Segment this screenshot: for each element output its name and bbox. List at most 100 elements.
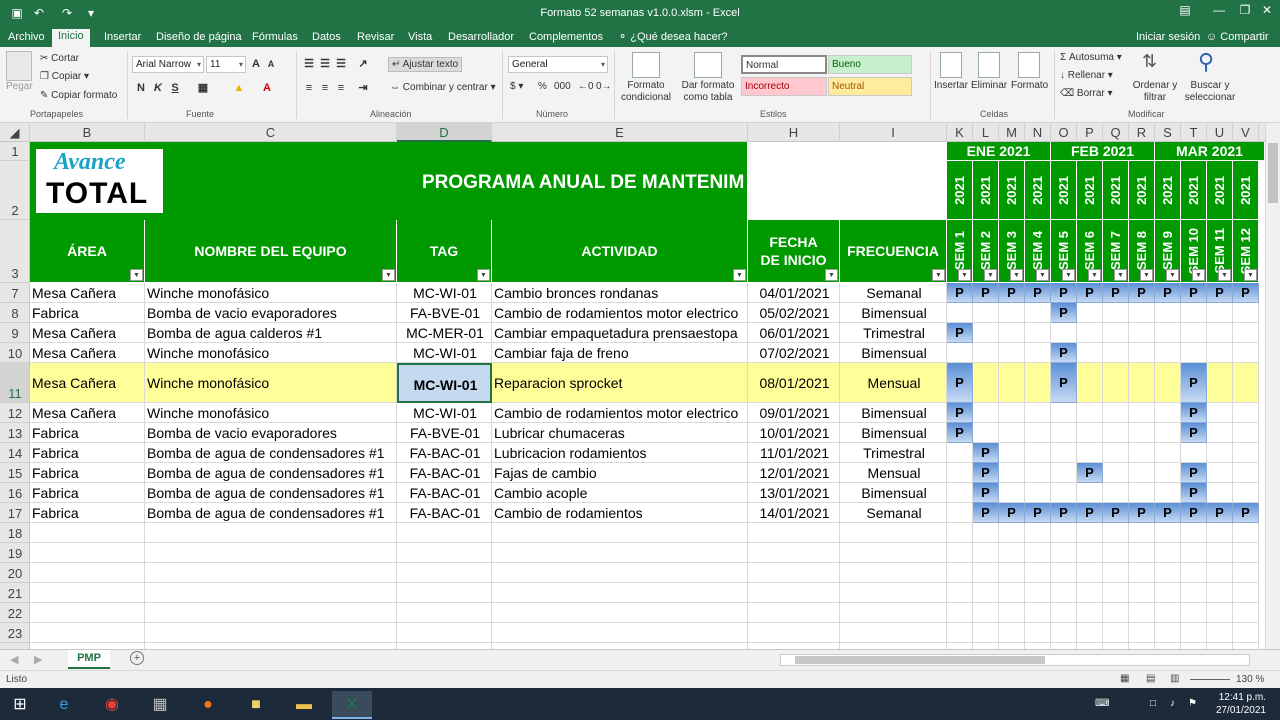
sticky-notes-icon[interactable]: ■ — [236, 691, 276, 719]
cell-tag[interactable]: MC-WI-01 — [397, 343, 492, 363]
cell-actividad[interactable]: Lubricar chumaceras — [492, 423, 748, 443]
empty-cell[interactable] — [840, 623, 947, 643]
empty-cell[interactable] — [748, 523, 840, 543]
schedule-mark[interactable]: P — [1077, 503, 1103, 523]
empty-cell[interactable] — [30, 523, 145, 543]
empty-cell[interactable] — [1103, 543, 1129, 563]
empty-cell[interactable] — [1233, 623, 1259, 643]
format-painter-button[interactable]: ✎ Copiar formato — [40, 90, 117, 101]
empty-cell[interactable] — [1181, 543, 1207, 563]
schedule-cell[interactable] — [973, 323, 999, 343]
schedule-cell[interactable] — [1233, 483, 1259, 503]
schedule-cell[interactable] — [1233, 443, 1259, 463]
schedule-cell[interactable] — [1103, 363, 1129, 403]
copy-button[interactable]: ❐ Copiar ▾ — [40, 71, 89, 82]
vertical-scrollbar[interactable] — [1265, 123, 1280, 649]
cell-actividad[interactable]: Cambiar faja de freno — [492, 343, 748, 363]
schedule-cell[interactable] — [999, 423, 1025, 443]
schedule-cell[interactable] — [1129, 303, 1155, 323]
cell-area[interactable]: Fabrica — [30, 483, 145, 503]
schedule-mark[interactable]: P — [1233, 503, 1259, 523]
share-button[interactable]: ☺ Compartir — [1200, 30, 1275, 47]
empty-cell[interactable] — [145, 603, 397, 623]
cell-fecha[interactable]: 06/01/2021 — [748, 323, 840, 343]
autosum-button[interactable]: Σ Autosuma ▾ — [1060, 52, 1122, 63]
scrollbar-thumb[interactable] — [795, 656, 1045, 664]
schedule-cell[interactable] — [999, 363, 1025, 403]
schedule-mark[interactable]: P — [1233, 283, 1259, 303]
cell-tag[interactable]: MC-WI-01 — [397, 283, 492, 303]
cell-fecha[interactable]: 04/01/2021 — [748, 283, 840, 303]
empty-cell[interactable] — [1077, 583, 1103, 603]
schedule-cell[interactable] — [1207, 443, 1233, 463]
redo-icon[interactable]: ↷ — [58, 4, 76, 22]
cell-actividad[interactable]: Cambio acople — [492, 483, 748, 503]
horizontal-scrollbar[interactable] — [780, 654, 1250, 666]
empty-cell[interactable] — [492, 543, 748, 563]
keyboard-icon[interactable]: ⌨ — [1095, 698, 1109, 709]
cell-area[interactable]: Mesa Cañera — [30, 323, 145, 343]
empty-cell[interactable] — [30, 563, 145, 583]
empty-cell[interactable] — [397, 623, 492, 643]
page-layout-icon[interactable]: ▤ — [1146, 673, 1155, 684]
schedule-cell[interactable] — [1129, 343, 1155, 363]
schedule-mark[interactable]: P — [1181, 483, 1207, 503]
empty-cell[interactable] — [1025, 623, 1051, 643]
empty-cell[interactable] — [1051, 543, 1077, 563]
schedule-cell[interactable] — [1155, 423, 1181, 443]
column-header-e[interactable]: E — [492, 123, 748, 142]
cell-tag[interactable]: FA-BAC-01 — [397, 443, 492, 463]
empty-cell[interactable] — [1155, 623, 1181, 643]
schedule-cell[interactable] — [1077, 443, 1103, 463]
schedule-cell[interactable] — [1129, 463, 1155, 483]
cell-equipo[interactable]: Bomba de vacio evaporadores — [145, 423, 397, 443]
schedule-cell[interactable] — [1051, 463, 1077, 483]
empty-cell[interactable] — [397, 523, 492, 543]
schedule-cell[interactable] — [947, 343, 973, 363]
zoom-slider[interactable] — [1190, 679, 1230, 680]
empty-cell[interactable] — [1129, 603, 1155, 623]
row-header[interactable]: 8 — [0, 303, 30, 323]
row-header[interactable]: 18 — [0, 523, 30, 543]
empty-cell[interactable] — [1103, 583, 1129, 603]
fill-color-icon[interactable]: ▲ — [232, 80, 246, 96]
windows-start-icon[interactable]: ⊞ — [0, 691, 40, 719]
cell-tag[interactable]: MC-WI-01 — [397, 363, 492, 403]
schedule-mark[interactable]: P — [1051, 503, 1077, 523]
schedule-cell[interactable] — [999, 443, 1025, 463]
format-cells-icon[interactable] — [1018, 52, 1040, 78]
empty-cell[interactable] — [840, 583, 947, 603]
schedule-cell[interactable] — [947, 463, 973, 483]
empty-cell[interactable] — [1051, 603, 1077, 623]
customize-qat-icon[interactable]: ▾ — [82, 4, 100, 22]
ribbon-options-icon[interactable]: ▤ — [1168, 0, 1202, 22]
empty-cell[interactable] — [973, 603, 999, 623]
cell-frecuencia[interactable]: Bimensual — [840, 303, 947, 323]
schedule-cell[interactable] — [1077, 303, 1103, 323]
schedule-mark[interactable]: P — [1051, 343, 1077, 363]
empty-cell[interactable] — [840, 543, 947, 563]
cell-actividad[interactable]: Lubricacion rodamientos — [492, 443, 748, 463]
orientation-icon[interactable]: ↗ — [356, 56, 370, 72]
tab-diseno[interactable]: Diseño de página — [150, 30, 248, 47]
cell-frecuencia[interactable]: Bimensual — [840, 483, 947, 503]
empty-cell[interactable] — [1233, 523, 1259, 543]
increase-decimal-icon[interactable]: ←0 — [578, 81, 594, 92]
schedule-cell[interactable] — [1077, 343, 1103, 363]
filter-dropdown-icon[interactable]: ▼ — [984, 269, 997, 281]
filter-dropdown-icon[interactable]: ▼ — [1036, 269, 1049, 281]
cell-area[interactable]: Mesa Cañera — [30, 403, 145, 423]
empty-cell[interactable] — [492, 623, 748, 643]
empty-cell[interactable] — [1051, 583, 1077, 603]
format-cells-button[interactable]: Formato — [1011, 80, 1048, 91]
cell-equipo[interactable]: Winche monofásico — [145, 363, 397, 403]
schedule-cell[interactable] — [1233, 303, 1259, 323]
empty-cell[interactable] — [748, 583, 840, 603]
schedule-cell[interactable] — [1233, 363, 1259, 403]
empty-cell[interactable] — [947, 603, 973, 623]
schedule-cell[interactable] — [947, 443, 973, 463]
schedule-mark[interactable]: P — [973, 443, 999, 463]
page-break-icon[interactable]: ▥ — [1170, 673, 1179, 684]
tab-archivo[interactable]: Archivo — [2, 30, 51, 47]
schedule-cell[interactable] — [1077, 403, 1103, 423]
